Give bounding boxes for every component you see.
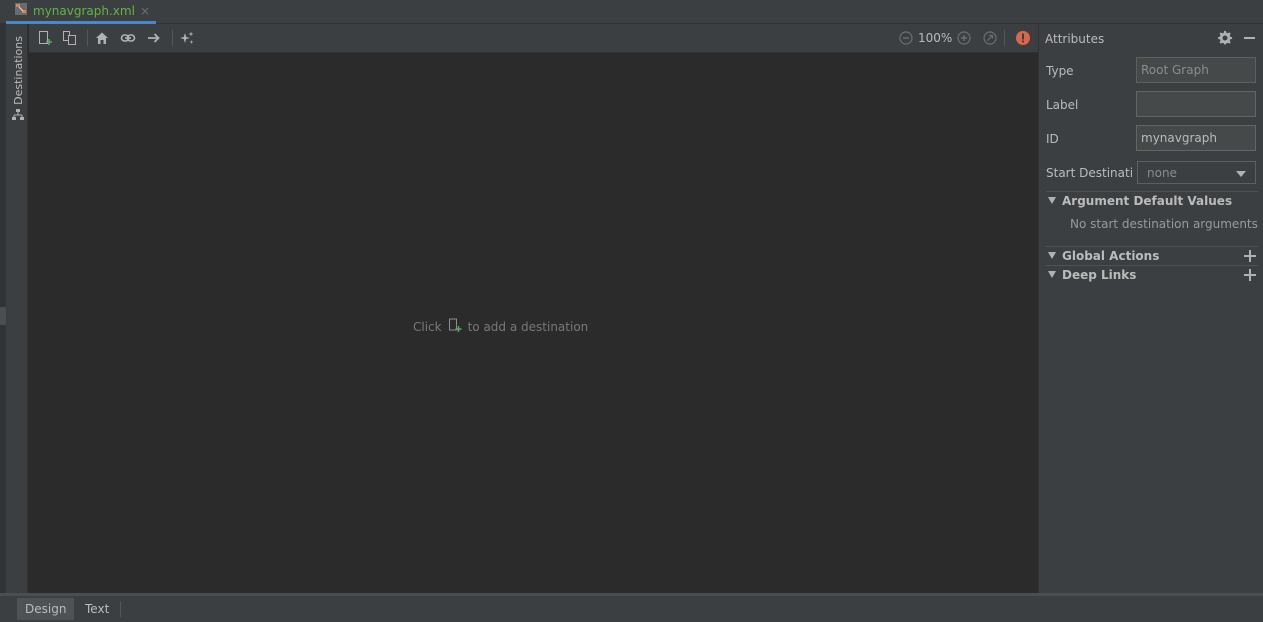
attributes-header: Attributes [1039, 24, 1263, 53]
zoom-level: 100% [918, 31, 953, 45]
nested-graph-icon[interactable] [60, 28, 80, 48]
tab-design[interactable]: Design [17, 598, 75, 620]
error-icon[interactable] [1013, 28, 1033, 48]
home-icon[interactable] [92, 28, 112, 48]
zoom-in-icon[interactable] [954, 28, 974, 48]
collapse-triangle-icon [1048, 271, 1056, 278]
arrow-right-icon[interactable] [144, 28, 164, 48]
start-destination-label: Start Destination [1046, 166, 1132, 180]
left-tool-strip: Destinations [0, 24, 28, 594]
global-actions-title: Global Actions [1062, 248, 1160, 263]
id-field[interactable] [1136, 125, 1256, 151]
new-destination-icon [448, 318, 462, 335]
global-actions-section[interactable]: Global Actions [1046, 246, 1258, 264]
deep-links-title: Deep Links [1062, 267, 1137, 282]
minimize-icon[interactable] [1244, 37, 1255, 39]
nav-graph-file-icon [14, 2, 28, 19]
attributes-panel: Attributes Type Root Graph Label ID Star… [1038, 24, 1263, 594]
type-label: Type [1046, 64, 1074, 78]
destinations-tool-tab[interactable]: Destinations [8, 36, 28, 120]
link-icon[interactable] [118, 28, 138, 48]
hint-prefix: Click [413, 319, 442, 334]
label-field[interactable] [1136, 91, 1256, 117]
deep-links-section[interactable]: Deep Links [1046, 265, 1258, 283]
nav-editor-toolbar: 100% [29, 24, 1038, 53]
add-deep-link-icon[interactable] [1244, 268, 1256, 281]
tree-icon [12, 108, 24, 124]
close-icon[interactable]: × [140, 4, 150, 18]
argument-defaults-empty: No start destination arguments [1070, 217, 1258, 231]
file-tab[interactable]: mynavgraph.xml × [6, 0, 156, 24]
bottom-divider [0, 593, 1263, 596]
gear-icon[interactable] [1217, 30, 1233, 46]
id-input[interactable] [1141, 131, 1251, 145]
editor-tab-bar: mynavgraph.xml × [0, 0, 1263, 24]
nav-graph-canvas[interactable]: Click to add a destination [29, 53, 1038, 593]
tab-separator [120, 601, 121, 617]
left-edge-marker [0, 307, 6, 325]
collapse-triangle-icon [1048, 197, 1056, 204]
type-field: Root Graph [1136, 57, 1256, 83]
tab-text[interactable]: Text [77, 598, 117, 620]
destinations-label: Destinations [11, 36, 25, 105]
toolbar-separator [172, 30, 173, 46]
file-tab-label: mynavgraph.xml [33, 3, 135, 18]
auto-arrange-icon[interactable] [177, 28, 197, 48]
hint-suffix: to add a destination [467, 319, 589, 334]
label-input[interactable] [1141, 97, 1251, 111]
zoom-out-icon[interactable] [896, 28, 916, 48]
start-destination-value: none [1147, 165, 1177, 180]
chevron-down-icon [1236, 166, 1246, 180]
toolbar-separator [1004, 30, 1005, 46]
toolbar-separator [87, 30, 88, 46]
start-destination-dropdown[interactable]: none [1137, 161, 1256, 184]
zoom-to-fit-icon[interactable] [980, 28, 1000, 48]
new-destination-icon[interactable] [35, 28, 55, 48]
argument-defaults-title: Argument Default Values [1062, 193, 1233, 208]
attributes-title: Attributes [1045, 32, 1105, 46]
label-label: Label [1046, 98, 1079, 112]
argument-defaults-section[interactable]: Argument Default Values [1046, 191, 1258, 209]
collapse-triangle-icon [1048, 252, 1056, 259]
id-label: ID [1046, 132, 1059, 146]
editor-mode-tabs: Design Text [0, 593, 1263, 622]
empty-canvas-hint: Click to add a destination [413, 318, 588, 335]
add-global-action-icon[interactable] [1244, 249, 1256, 262]
